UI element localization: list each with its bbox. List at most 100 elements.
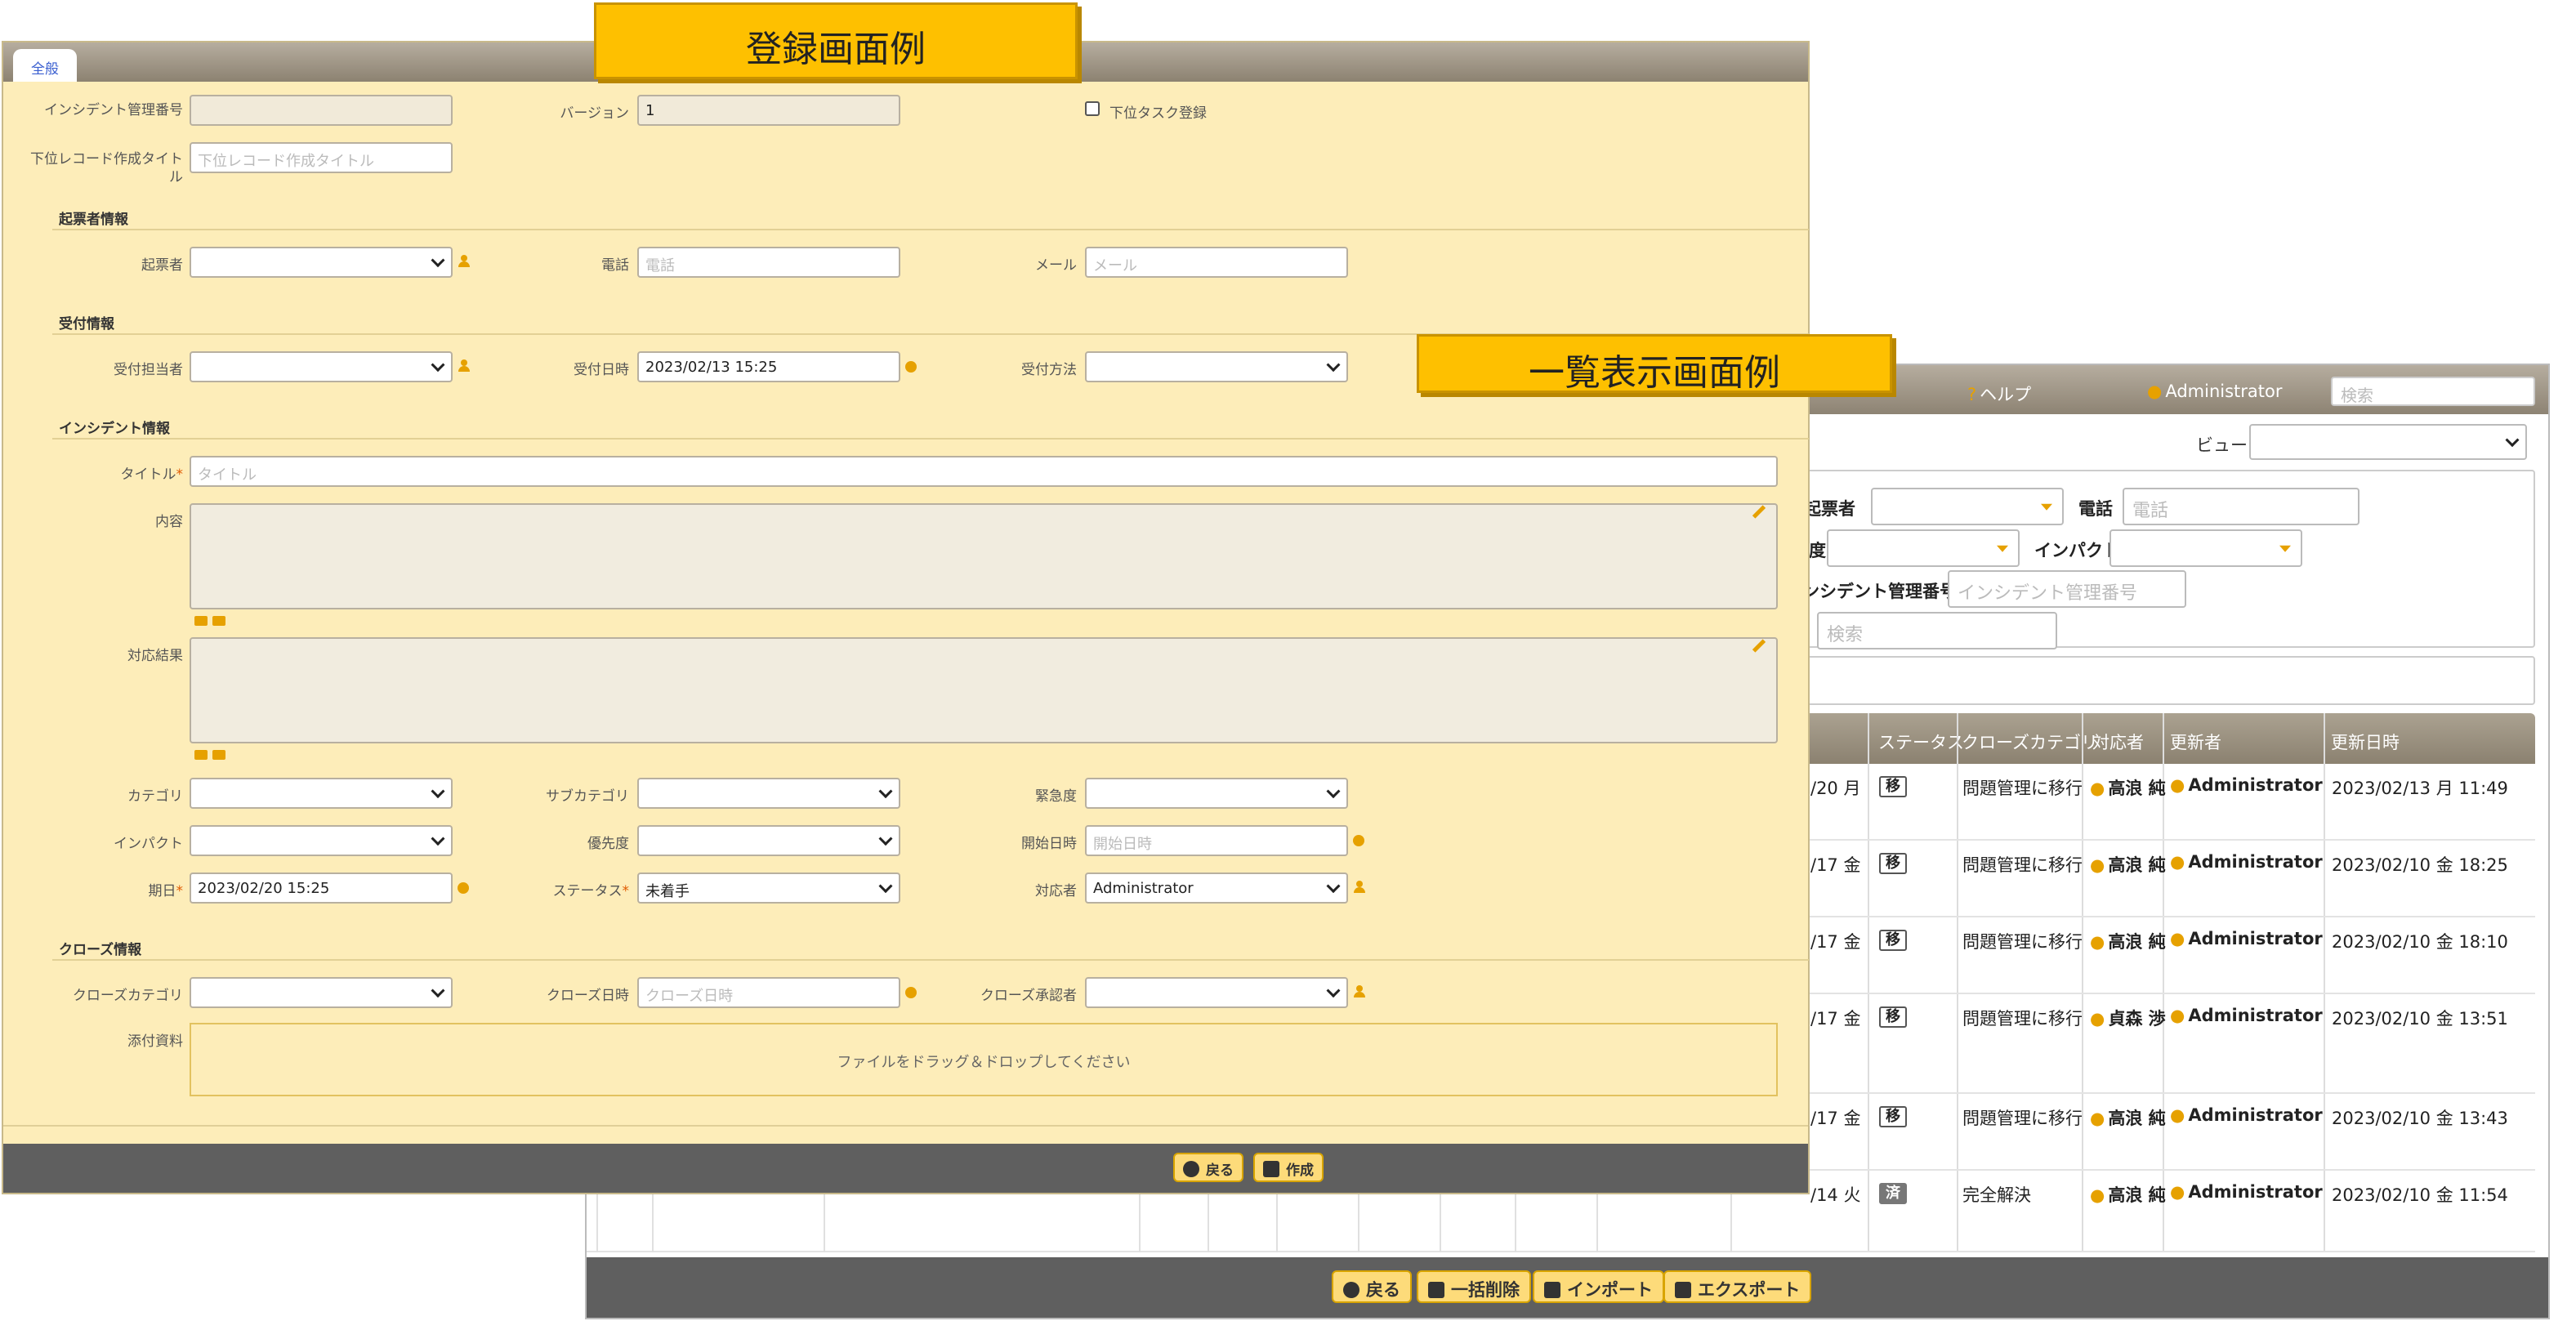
assignee-name: 高浪 純 [2108, 779, 2166, 798]
start-input[interactable]: 開始日時 [1085, 825, 1348, 856]
category-select[interactable] [190, 778, 453, 809]
status-badge: 移 [1879, 853, 1907, 874]
assignee-name: 貞森 渉 [2108, 1009, 2166, 1029]
export-icon [1675, 1282, 1691, 1298]
title-input[interactable]: タイトル [190, 456, 1778, 487]
grid-line [1358, 1190, 1359, 1252]
user-icon: ● [2170, 929, 2185, 948]
content-textarea[interactable] [190, 503, 1778, 609]
edit-icon[interactable] [1752, 505, 1766, 519]
status-select[interactable]: 未着手 [637, 872, 900, 904]
updater-cell: ● Administrator [2170, 1006, 2323, 1025]
import-button[interactable]: インポート [1533, 1270, 1664, 1303]
back-button-label: 戻る [1366, 1280, 1400, 1300]
phone-input[interactable]: 電話 [637, 247, 900, 278]
chevron-down-icon [878, 832, 893, 846]
due-date-cell: /17 金 [1810, 855, 1861, 875]
col-updater[interactable]: 更新者 [2170, 730, 2221, 754]
impact-select[interactable] [190, 825, 453, 856]
filter-degree-select[interactable] [1827, 529, 2020, 567]
section-divider [52, 438, 1809, 440]
chevron-down-icon [1326, 784, 1341, 799]
reporter-select[interactable] [190, 247, 453, 278]
close-at-input[interactable]: クローズ日時 [637, 977, 900, 1008]
import-icon [1544, 1282, 1560, 1298]
col-status[interactable]: ステータス [1878, 730, 1964, 754]
table-insert-icon[interactable] [212, 616, 225, 626]
chevron-down-icon [431, 358, 445, 373]
grid-line [824, 1190, 825, 1252]
status-cell: 移 [1879, 775, 1907, 797]
col-close-category[interactable]: クローズカテゴリ [1962, 730, 2098, 754]
back-button[interactable]: 戻る [1332, 1270, 1412, 1303]
register-callout-text: 登録画面例 [746, 29, 926, 70]
create-icon [1263, 1161, 1279, 1177]
image-insert-icon[interactable] [194, 750, 208, 760]
dropdown-arrow-icon [2041, 503, 2052, 511]
assignee-select-value: Administrator [1093, 880, 1194, 897]
received-at-input[interactable]: 2023/02/13 15:25 [637, 351, 900, 382]
file-drop-zone[interactable]: ファイルをドラッグ＆ドロップしてください [190, 1023, 1778, 1096]
close-category-cell: 問題管理に移行 [1962, 1109, 2083, 1128]
grid-line [1139, 1190, 1141, 1252]
result-textarea[interactable] [190, 637, 1778, 743]
section-incident: インシデント情報 [59, 421, 170, 437]
user-picker-icon[interactable] [1353, 985, 1366, 998]
clock-icon[interactable] [1353, 835, 1364, 846]
chevron-down-icon [431, 984, 445, 998]
table-insert-icon[interactable] [212, 750, 225, 760]
updated-at-cell: 2023/02/10 金 13:43 [2332, 1109, 2508, 1128]
close-category-cell: 問題管理に移行 [1962, 1009, 2083, 1029]
filter-incident-no-input[interactable]: インシデント管理番号 [1948, 570, 2186, 608]
col-updated-at[interactable]: 更新日時 [2331, 730, 2400, 754]
filter-phone-input[interactable]: 電話 [2123, 488, 2359, 525]
export-button[interactable]: エクスポート [1663, 1270, 1812, 1303]
updater-name: Administrator [2188, 775, 2323, 795]
status-label-text: ステータス [552, 883, 623, 899]
attachment-label: 添付資料 [127, 1033, 183, 1050]
updater-cell: ● Administrator [2170, 1105, 2323, 1125]
filter-reporter-label: 起票者 [1804, 499, 1855, 519]
section-divider [52, 959, 1809, 961]
grid-line [1730, 1190, 1732, 1252]
back-button[interactable]: 戻る [1173, 1153, 1243, 1182]
dropdown-arrow-icon [2279, 545, 2291, 552]
start-label: 開始日時 [1021, 836, 1077, 852]
mail-input[interactable]: メール [1085, 247, 1348, 278]
updater-cell: ● Administrator [2170, 775, 2323, 795]
sub-title-input[interactable]: 下位レコード作成タイトル [190, 142, 453, 173]
filter-impact-select[interactable] [2109, 529, 2302, 567]
filter-search-input[interactable]: 検索 [1817, 612, 2057, 649]
help-icon: ? [1967, 385, 1977, 404]
subcategory-select[interactable] [637, 778, 900, 809]
updated-at-cell: 2023/02/10 金 18:25 [2332, 855, 2508, 875]
register-screen-callout: 登録画面例 [594, 2, 1078, 79]
back-button-label: 戻る [1206, 1163, 1234, 1179]
user-menu[interactable]: ● Administrator [2147, 382, 2282, 401]
dropdown-arrow-icon [1997, 545, 2008, 552]
bulk-delete-button[interactable]: 一括削除 [1417, 1270, 1531, 1303]
chevron-down-icon [1326, 358, 1341, 373]
urgency-select[interactable] [1085, 778, 1348, 809]
user-picker-icon[interactable] [1353, 881, 1366, 894]
filter-reporter-select[interactable] [1871, 488, 2064, 525]
image-insert-icon[interactable] [194, 616, 208, 626]
status-badge: 移 [1879, 930, 1907, 951]
col-assignee[interactable]: 対応者 [2092, 730, 2144, 754]
assignee-select[interactable]: Administrator [1085, 872, 1348, 904]
edit-icon[interactable] [1752, 639, 1766, 653]
receiver-select[interactable] [190, 351, 453, 382]
reception-method-select[interactable] [1085, 351, 1348, 382]
tab-general[interactable]: 全般 [13, 49, 77, 82]
updater-name: Administrator [2188, 929, 2323, 948]
create-button[interactable]: 作成 [1253, 1153, 1324, 1182]
priority-select[interactable] [637, 825, 900, 856]
help-link[interactable]: ? ヘルプ [1967, 382, 2031, 406]
subtask-checkbox[interactable] [1085, 101, 1100, 116]
user-icon: ● [2170, 1182, 2185, 1202]
view-select[interactable] [2249, 424, 2527, 460]
close-approver-select[interactable] [1085, 977, 1348, 1008]
global-search-input[interactable]: 検索 [2331, 377, 2535, 406]
close-category-select[interactable] [190, 977, 453, 1008]
due-input[interactable]: 2023/02/20 15:25 [190, 872, 453, 904]
